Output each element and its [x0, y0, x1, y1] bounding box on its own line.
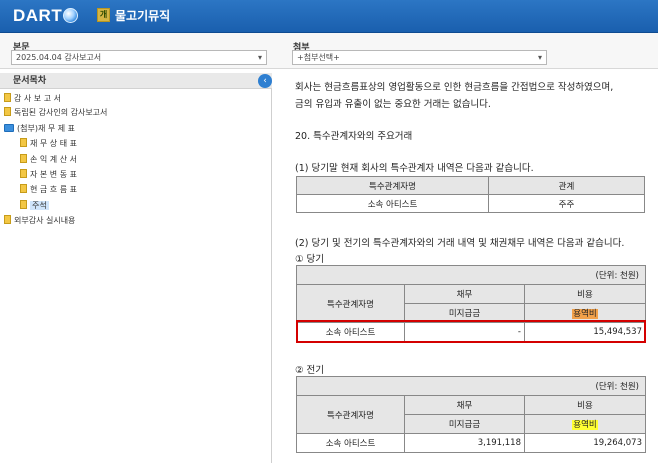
document-icon — [20, 184, 27, 193]
header-cost: 비용 — [524, 284, 646, 304]
header-accrued-payable: 미지급금 — [404, 414, 525, 434]
chevron-left-icon: ‹ — [263, 76, 267, 86]
chevron-down-icon: ▾ — [257, 53, 262, 62]
document-icon — [20, 154, 27, 163]
document-icon — [4, 215, 11, 224]
top-header: DART 개 물고기뮤직 — [0, 0, 658, 33]
unit-label: (단위: 천원) — [296, 265, 646, 285]
chevron-down-icon: ▾ — [537, 53, 542, 62]
attachment-select[interactable]: +첨부선택+ ▾ — [292, 50, 547, 65]
document-viewer: 회사는 현금흐름표상의 영업활동으로 인한 현금흐름을 간접법으로 작성하였으며… — [281, 73, 658, 463]
toc-item-cash-flow[interactable]: 현 금 흐 름 표 — [20, 184, 77, 195]
prior-period-table: (단위: 천원) 특수관계자명 채무 비용 미지급금 용역비 소속 아티스트 3… — [296, 376, 646, 453]
intro-text-line1: 회사는 현금흐름표상의 영업활동으로 인한 현금흐름을 간접법으로 작성하였으며… — [295, 82, 614, 93]
main-document-select[interactable]: 2025.04.04 감사보고서 ▾ — [11, 50, 267, 65]
cell-relation: 주주 — [488, 194, 645, 213]
toc-item-notes[interactable]: 주석 — [20, 200, 49, 211]
toc-title: 문서목차 — [0, 73, 272, 89]
toc-item-audit-report[interactable]: 감 사 보 고 서 — [4, 93, 61, 104]
highlight-box — [296, 320, 646, 343]
toc-item-auditor-report[interactable]: 독립된 감사인의 감사보고서 — [4, 107, 107, 118]
subsection-2: (2) 당기 및 전기의 특수관계자와의 거래 내역 및 채권채무 내역은 다음… — [295, 238, 625, 249]
collapse-panel-button[interactable]: ‹ — [258, 74, 272, 88]
toc-panel: 문서목차 ‹ 감 사 보 고 서 독립된 감사인의 감사보고서 (첨부)재 무 … — [0, 73, 272, 463]
header-related-party-name: 특수관계자명 — [296, 176, 489, 195]
current-period-label: ① 당기 — [295, 254, 325, 265]
section-title: 20. 특수관계자와의 주요거래 — [295, 131, 413, 142]
header-relation: 관계 — [488, 176, 645, 195]
document-icon — [4, 93, 11, 102]
prior-period-label: ② 전기 — [295, 365, 325, 376]
header-service-cost: 용역비 — [524, 414, 646, 434]
related-party-table: 특수관계자명 관계 소속 아티스트 주주 — [296, 176, 645, 213]
corp-type-badge: 개 — [97, 8, 110, 22]
company-name: 물고기뮤직 — [115, 9, 171, 23]
toc-item-equity-statement[interactable]: 자 본 변 동 표 — [20, 169, 77, 180]
toc-item-financial-statements[interactable]: (첨부)재 무 제 표 — [4, 123, 75, 134]
header-debt: 채무 — [404, 395, 525, 415]
folder-icon — [4, 124, 14, 132]
toc-item-external-audit[interactable]: 외부감사 실시내용 — [4, 215, 75, 226]
document-icon — [20, 200, 27, 209]
unit-label: (단위: 천원) — [296, 376, 646, 396]
dart-logo[interactable]: DART — [13, 6, 79, 26]
header-related-party-name: 특수관계자명 — [296, 395, 405, 434]
document-selector-bar: 본문 2025.04.04 감사보고서 ▾ 첨부 +첨부선택+ ▾ — [0, 33, 658, 69]
header-cost: 비용 — [524, 395, 646, 415]
header-debt: 채무 — [404, 284, 525, 304]
cell-service-cost: 19,264,073 — [524, 433, 646, 453]
globe-icon — [63, 8, 79, 23]
subsection-1: (1) 당기말 현재 회사의 특수관계자 내역은 다음과 같습니다. — [295, 163, 534, 174]
toc-item-balance-sheet[interactable]: 재 무 상 태 표 — [20, 138, 77, 149]
document-icon — [20, 169, 27, 178]
header-related-party-name: 특수관계자명 — [296, 284, 405, 323]
intro-text-line2: 금의 유입과 유출이 없는 중요한 거래는 없습니다. — [295, 99, 491, 110]
document-icon — [20, 138, 27, 147]
cell-related-party-name: 소속 아티스트 — [296, 194, 489, 213]
document-icon — [4, 107, 11, 116]
cell-accrued-payable: 3,191,118 — [404, 433, 525, 453]
cell-party-name: 소속 아티스트 — [296, 433, 405, 453]
toc-item-income-statement[interactable]: 손 익 계 산 서 — [20, 154, 77, 165]
